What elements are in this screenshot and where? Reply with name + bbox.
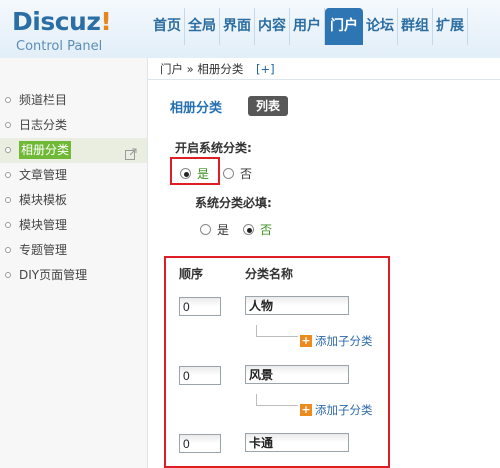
bullet-icon — [5, 272, 11, 278]
tab-list[interactable]: 列表 — [248, 96, 289, 116]
column-header-name: 分类名称 — [245, 267, 294, 281]
nav-home[interactable]: 首页 — [148, 8, 185, 45]
nav-extensions[interactable]: 扩展 — [433, 8, 468, 45]
bullet-icon — [5, 147, 11, 153]
order-input[interactable] — [179, 366, 221, 385]
sidebar-item-label: 文章管理 — [19, 168, 68, 182]
enable-system-category-label: 开启系统分类: — [175, 141, 252, 155]
sidebar-item-blog-categories[interactable]: 日志分类 — [0, 113, 147, 138]
sidebar-item-blocks[interactable]: 模块管理 — [0, 213, 147, 238]
required-no-radio[interactable]: 否 — [243, 221, 272, 238]
header-bar: Discuz! Control Panel 首页 全局 界面 内容 用户 门户 … — [0, 0, 500, 58]
nav-groups[interactable]: 群组 — [398, 8, 433, 45]
sidebar-item-label: 频道栏目 — [19, 93, 68, 107]
main-content: 相册分类 列表 开启系统分类: 是 否 系统分类必填: 是 否 顺序 分类名称 … — [148, 81, 500, 468]
sidebar-item-topics[interactable]: 专题管理 — [0, 238, 147, 263]
page-title: 相册分类 — [170, 101, 223, 116]
bullet-icon — [5, 197, 11, 203]
enable-no-radio[interactable]: 否 — [223, 165, 252, 182]
sidebar-item-album-categories[interactable]: 相册分类 — [0, 138, 147, 163]
bullet-icon — [5, 97, 11, 103]
top-navigation: 首页 全局 界面 内容 用户 门户 论坛 群组 扩展 — [148, 8, 468, 45]
plus-icon: + — [300, 403, 312, 416]
nav-content[interactable]: 内容 — [255, 8, 290, 45]
logo-text: Discuz! — [12, 7, 112, 36]
nav-global[interactable]: 全局 — [185, 8, 220, 45]
column-header-order: 顺序 — [179, 267, 204, 281]
enable-yes-radio[interactable]: 是 — [180, 165, 209, 182]
open-new-window-icon[interactable] — [125, 144, 137, 160]
nav-users[interactable]: 用户 — [290, 8, 325, 45]
nav-interface[interactable]: 界面 — [220, 8, 255, 45]
sidebar-item-channels[interactable]: 频道栏目 — [0, 88, 147, 113]
category-name-input[interactable] — [245, 433, 349, 452]
sidebar-item-diy-pages[interactable]: DIY页面管理 — [0, 263, 147, 288]
discuz-logo[interactable]: Discuz! Control Panel — [10, 5, 150, 57]
enable-system-category-radios: 是 否 — [180, 165, 266, 182]
radio-unchecked-icon — [200, 224, 211, 235]
sidebar-item-label: 专题管理 — [19, 243, 68, 257]
radio-checked-icon — [243, 224, 255, 235]
bullet-icon — [5, 222, 11, 228]
order-input[interactable] — [179, 434, 221, 453]
breadcrumb-text: 门户 » 相册分类 — [160, 62, 244, 76]
sidebar-item-block-templates[interactable]: 模块模板 — [0, 188, 147, 213]
nav-forum[interactable]: 论坛 — [363, 8, 398, 45]
add-to-favorites-link[interactable]: [+] — [256, 58, 275, 80]
tree-connector — [256, 325, 298, 337]
tree-connector — [256, 394, 298, 406]
sidebar: 频道栏目 日志分类 相册分类 文章管理 模块模板 模块管理 专题管理 DIY页面… — [0, 58, 148, 468]
breadcrumb: 门户 » 相册分类 [+] — [148, 58, 500, 80]
category-name-input[interactable] — [245, 365, 349, 384]
required-yes-radio[interactable]: 是 — [200, 221, 229, 238]
sidebar-item-label: 日志分类 — [19, 118, 68, 132]
sidebar-item-label: 模块管理 — [19, 218, 68, 232]
sidebar-menu: 频道栏目 日志分类 相册分类 文章管理 模块模板 模块管理 专题管理 DIY页面… — [0, 88, 147, 288]
category-required-label: 系统分类必填: — [195, 196, 272, 210]
sidebar-item-articles[interactable]: 文章管理 — [0, 163, 147, 188]
logo-subtitle: Control Panel — [16, 39, 103, 54]
nav-portal[interactable]: 门户 — [325, 8, 363, 45]
bullet-icon — [5, 247, 11, 253]
category-required-radios: 是 否 — [200, 221, 286, 238]
add-subcategory-link[interactable]: + 添加子分类 — [300, 402, 373, 418]
bullet-icon — [5, 172, 11, 178]
bullet-icon — [5, 122, 11, 128]
sidebar-item-label: 模块模板 — [19, 193, 68, 207]
sidebar-item-label: DIY页面管理 — [19, 268, 88, 282]
order-input[interactable] — [179, 297, 221, 316]
add-subcategory-link[interactable]: + 添加子分类 — [300, 333, 373, 349]
category-name-input[interactable] — [245, 296, 349, 315]
plus-icon: + — [300, 334, 312, 347]
sidebar-item-label: 相册分类 — [19, 141, 72, 159]
radio-unchecked-icon — [223, 168, 235, 179]
radio-checked-icon — [180, 168, 191, 179]
